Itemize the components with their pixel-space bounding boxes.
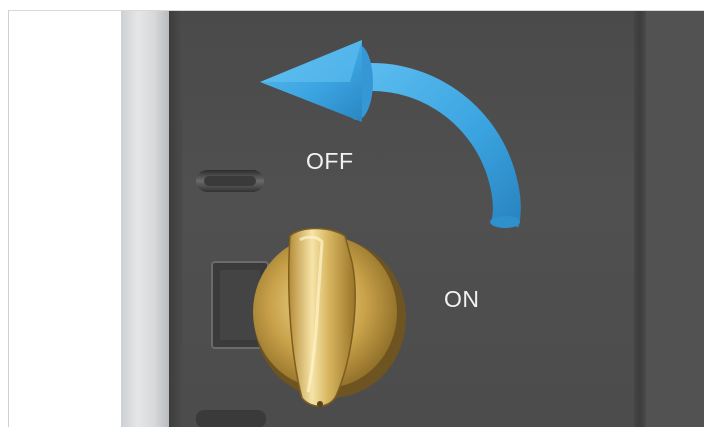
rotary-knob[interactable]	[253, 227, 406, 408]
on-label: ON	[444, 286, 480, 312]
mounting-slot	[196, 170, 264, 192]
curved-arrow-counterclockwise-icon	[260, 40, 521, 228]
switch-scene	[196, 40, 521, 427]
off-label: OFF	[306, 148, 354, 174]
lower-slot	[196, 410, 266, 427]
